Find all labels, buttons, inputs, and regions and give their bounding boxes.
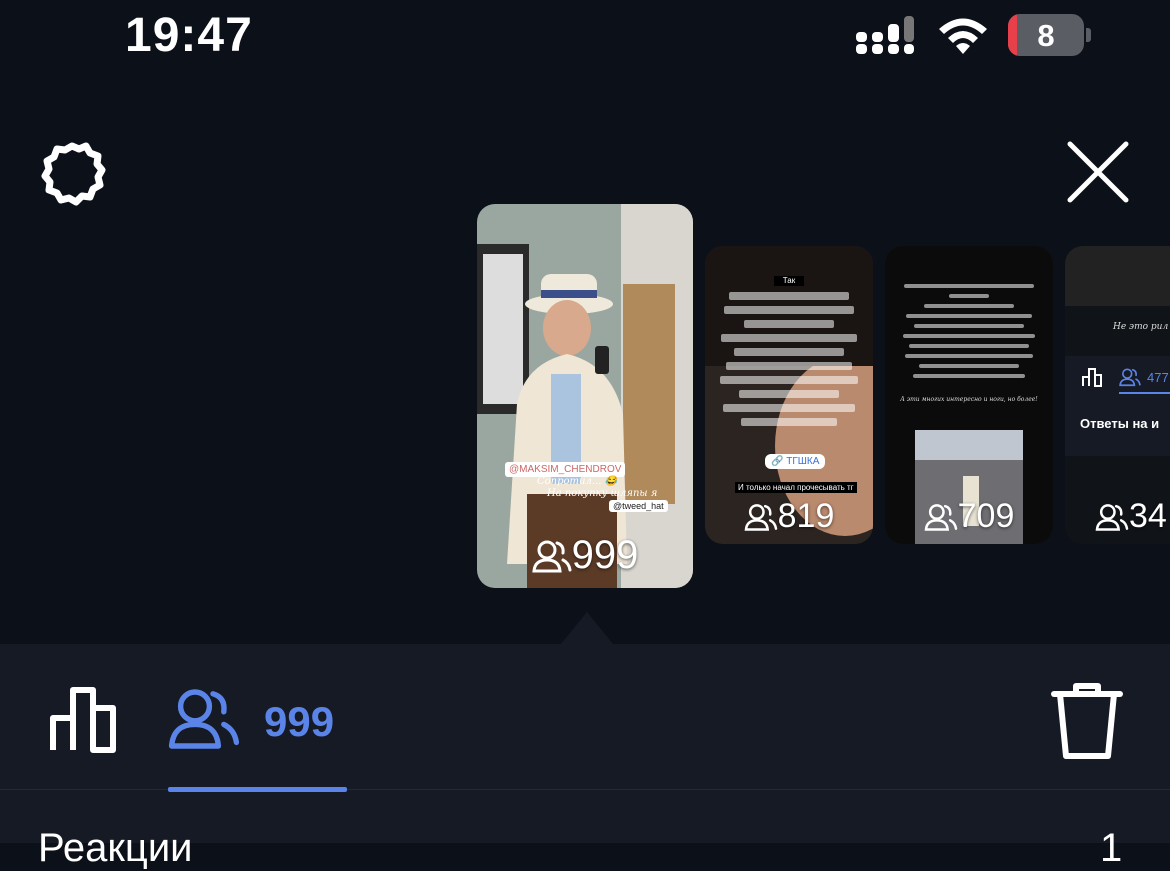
story-caption: Не это рил просто	[1113, 322, 1170, 332]
story-views-count-mini: 477	[1147, 370, 1169, 385]
story-text-line	[913, 374, 1025, 378]
panel-tabs: 999	[0, 644, 1170, 792]
story-views: 34	[1065, 497, 1170, 536]
story-text-line	[721, 334, 857, 342]
story-text-line	[904, 284, 1034, 288]
story-thumbnail[interactable]: Не это рил просто 477 Ответы на и 34	[1065, 246, 1170, 544]
story-text-line	[919, 364, 1019, 368]
story-text-line	[903, 334, 1035, 338]
story-text-line	[741, 418, 837, 426]
trash-icon[interactable]	[1050, 680, 1124, 762]
story-text-line	[726, 362, 852, 370]
story-text-block: Так	[715, 276, 863, 432]
story-thumbnail[interactable]: Так Кино и Никита, 25 🔗 ТГШКА И только н…	[705, 246, 873, 544]
battery-icon: 8	[1008, 14, 1084, 56]
story-text-line	[909, 344, 1029, 348]
viewers-icon	[744, 503, 777, 531]
story-views-count: 709	[957, 497, 1015, 535]
story-views: 819	[705, 497, 873, 536]
bar-chart-icon	[1082, 368, 1102, 387]
story-link-sticker: 🔗 ТГШКА	[765, 454, 826, 469]
story-caption: @MAKSIM_CHENDROV	[505, 462, 626, 477]
story-caption: Сопротил... 😂	[537, 476, 617, 487]
story-text-line	[905, 354, 1033, 358]
bar-chart-icon[interactable]	[46, 682, 122, 758]
wifi-icon	[939, 18, 987, 54]
story-views-count: 999	[571, 533, 639, 577]
story-thumbnail[interactable]: А эти многих интересно и ноги, но более!…	[885, 246, 1053, 544]
tab-underline	[168, 787, 347, 792]
story-text-block	[895, 278, 1043, 384]
story-text-line	[734, 348, 844, 356]
status-time: 19:47	[125, 9, 253, 62]
viewers-icon	[531, 540, 572, 572]
signal-icon	[856, 16, 914, 54]
story-caption: Ответы на и	[1080, 416, 1160, 431]
section-title: Реакции	[38, 826, 193, 870]
stories-carousel: @MAKSIM_CHENDROV Сопротил... 😂 На покупк…	[0, 200, 1170, 600]
viewers-count: 999	[264, 698, 335, 745]
close-icon[interactable]	[1064, 138, 1132, 206]
story-text-line	[906, 314, 1032, 318]
story-text-line	[723, 404, 855, 412]
story-photo	[477, 204, 693, 588]
story-views: 999	[477, 533, 693, 578]
story-views: 709	[885, 497, 1053, 536]
story-text-line	[744, 320, 834, 328]
viewers-icon	[924, 503, 957, 531]
story-caption: Так	[774, 276, 804, 286]
viewers-icon	[168, 689, 240, 749]
tab-viewers[interactable]: 999	[168, 680, 348, 792]
panel-pointer	[561, 612, 613, 644]
story-caption: А эти многих интересно и ноги, но более!	[900, 396, 1038, 403]
story-text-line	[949, 294, 989, 298]
story-caption: На покупку шляпы я	[547, 488, 658, 499]
battery-tip	[1086, 28, 1091, 42]
story-views-count: 819	[777, 497, 835, 535]
story-caption: Кино и Никита, 25	[711, 252, 712, 253]
story-caption: И только начал прочесывать тг	[735, 482, 857, 493]
status-bar: 19:47 8	[0, 0, 1170, 80]
tab-underline-mini	[1119, 392, 1170, 394]
story-stats-panel: 999 Реакции 1	[0, 644, 1170, 870]
story-text-line	[924, 304, 1014, 308]
story-thumbnail-selected[interactable]: @MAKSIM_CHENDROV Сопротил... 😂 На покупк…	[477, 204, 693, 588]
viewers-icon	[1095, 503, 1129, 531]
story-text-line	[720, 376, 858, 384]
battery-level: 8	[1037, 18, 1055, 53]
story-views-count: 34	[1129, 497, 1167, 535]
section-count: 1	[1100, 826, 1123, 870]
story-text-line	[729, 292, 849, 300]
story-text-line	[914, 324, 1024, 328]
story-caption: @tweed_hat	[609, 500, 668, 512]
viewers-icon	[1119, 368, 1141, 387]
story-text-line	[724, 306, 854, 314]
story-text-line	[739, 390, 839, 398]
